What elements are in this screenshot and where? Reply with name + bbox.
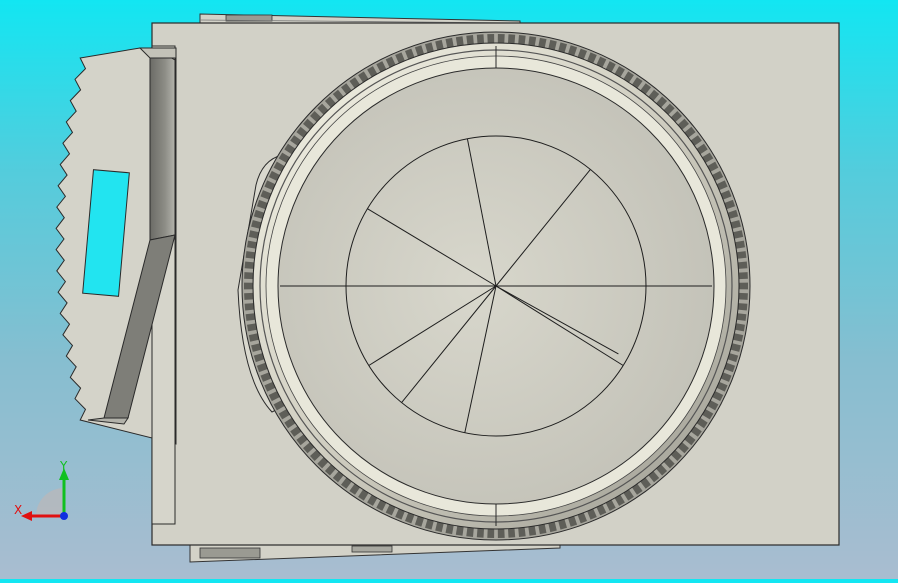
ring-tooth xyxy=(738,272,748,280)
ring-tooth xyxy=(476,34,484,44)
ring-tooth xyxy=(244,272,254,280)
ring-tooth xyxy=(244,303,255,311)
reference-triad: Y X xyxy=(12,456,76,526)
ring-tooth xyxy=(736,313,747,321)
ring-tooth xyxy=(245,313,256,321)
ring-tooth xyxy=(245,251,256,259)
ring-tooth xyxy=(518,35,526,45)
ring-tooth xyxy=(244,282,253,290)
x-axis-label: X xyxy=(14,503,22,517)
ring-tooth xyxy=(738,292,748,300)
y-axis-label: Y xyxy=(59,459,68,473)
ring-tooth xyxy=(487,528,495,538)
cad-graphics-viewport[interactable]: Y X xyxy=(0,0,898,579)
ring-tooth xyxy=(466,527,474,537)
ring-tooth xyxy=(508,34,516,44)
ring-tooth xyxy=(244,261,255,269)
model-canvas[interactable] xyxy=(0,0,898,579)
ring-tooth xyxy=(497,528,505,538)
ring-tooth xyxy=(497,34,505,44)
bottom-rail xyxy=(189,544,561,563)
ring-tooth xyxy=(244,292,254,300)
ring-tooth xyxy=(737,303,748,311)
ring-tooth xyxy=(466,35,474,45)
ring-tooth xyxy=(739,282,748,290)
ring-tooth xyxy=(736,251,747,259)
ring-tooth xyxy=(518,527,526,537)
ring-tooth xyxy=(476,528,484,538)
ring-tooth xyxy=(508,528,516,538)
z-axis-dot xyxy=(60,512,68,520)
ring-tooth xyxy=(737,261,748,269)
ring-tooth xyxy=(487,34,495,44)
